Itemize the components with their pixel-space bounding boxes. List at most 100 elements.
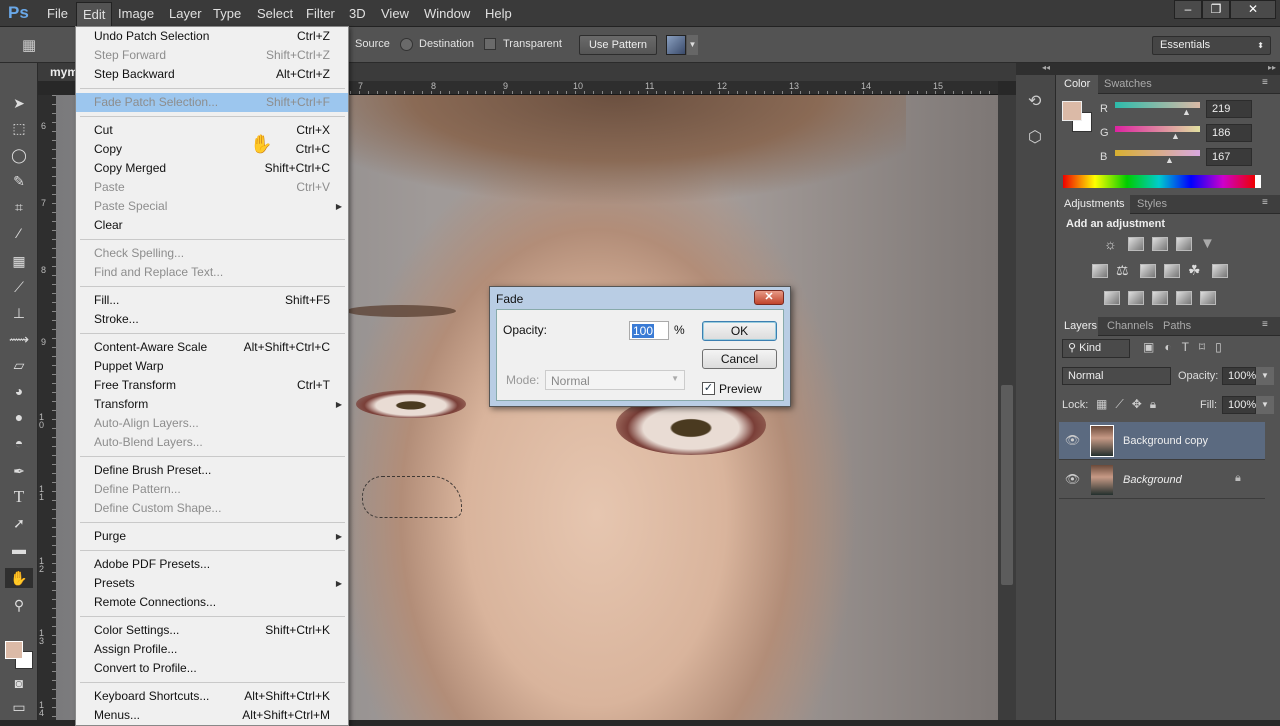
history-brush-icon[interactable]: ⟿ [9, 329, 29, 349]
menu-item-adobe-pdf-presets[interactable]: Adobe PDF Presets... [76, 555, 348, 574]
layer-row-background[interactable]: 👁︎ Background 🔒︎ [1059, 461, 1265, 499]
dodge-tool-icon[interactable]: ◓ [9, 433, 29, 453]
menu-item-define-brush-preset[interactable]: Define Brush Preset... [76, 461, 348, 480]
menu-item-define-custom-shape[interactable]: Define Custom Shape... [76, 499, 348, 518]
quick-mask-icon[interactable]: ◙ [9, 673, 29, 693]
menu-item-assign-profile[interactable]: Assign Profile... [76, 640, 348, 659]
tab-styles[interactable]: Styles [1137, 198, 1167, 210]
tab-paths[interactable]: Paths [1163, 320, 1191, 332]
lock-icons[interactable]: ▦⟋✥🔒︎ [1096, 397, 1164, 412]
tab-color[interactable]: Color [1064, 78, 1090, 90]
patch-tool-icon[interactable]: ▦ [22, 36, 36, 54]
shape-tool-icon[interactable]: ▬ [9, 539, 29, 559]
quick-select-tool-icon[interactable]: ✎ [9, 171, 29, 191]
menu-file[interactable]: File [47, 6, 68, 21]
menu-view[interactable]: View [381, 6, 409, 21]
vibrance-icon[interactable]: ▼ [1200, 235, 1215, 252]
blur-tool-icon[interactable]: ● [9, 407, 29, 427]
workspace-select[interactable]: Essentials ⬍ [1152, 36, 1271, 55]
exposure-icon[interactable] [1176, 237, 1192, 251]
document-tab[interactable]: mym [50, 65, 78, 79]
menu-item-copy-merged[interactable]: Copy Merged Shift+Ctrl+C [76, 159, 348, 178]
destination-radio[interactable] [400, 38, 413, 51]
menu-item-paste-special[interactable]: Paste Special ▶ [76, 197, 348, 216]
brush-tool-icon[interactable]: ⟋ [9, 277, 29, 297]
menu-3d[interactable]: 3D [349, 6, 366, 21]
menu-image[interactable]: Image [118, 6, 154, 21]
color-balance-icon[interactable]: ⚖ [1116, 262, 1129, 279]
mode-select[interactable]: Normal ▼ [545, 370, 685, 390]
r-value-input[interactable]: 219 [1206, 100, 1252, 118]
menu-layer[interactable]: Layer [169, 6, 202, 21]
expand-icon[interactable]: ▸▸ [1268, 63, 1276, 72]
menu-edit[interactable]: Edit [76, 2, 113, 26]
close-button[interactable]: ✕ [1230, 0, 1276, 19]
menu-item-fade-patch-selection[interactable]: Fade Patch Selection... Shift+Ctrl+F [76, 93, 348, 112]
b-slider-handle[interactable]: ▲ [1165, 155, 1174, 165]
zoom-tool-icon[interactable]: ⚲ [9, 595, 29, 615]
menu-item-convert-to-profile[interactable]: Convert to Profile... [76, 659, 348, 678]
3d-panel-icon[interactable]: ⬡ [1028, 127, 1042, 147]
scrollbar-thumb[interactable] [1001, 385, 1013, 585]
patch-selection-marquee[interactable] [362, 476, 462, 518]
menu-item-purge[interactable]: Purge ▶ [76, 527, 348, 546]
restore-button[interactable]: ❐ [1202, 0, 1230, 19]
menu-item-step-backward[interactable]: Step Backward Alt+Ctrl+Z [76, 65, 348, 84]
blend-mode-select[interactable]: Normal [1062, 367, 1171, 385]
layer-opacity-input[interactable]: 100% [1222, 367, 1256, 385]
menu-item-presets[interactable]: Presets ▶ [76, 574, 348, 593]
color-lookup-icon[interactable] [1212, 264, 1228, 278]
b-value-input[interactable]: 167 [1206, 148, 1252, 166]
cancel-button[interactable]: Cancel [702, 349, 777, 369]
b-slider[interactable] [1115, 150, 1200, 156]
panel-menu-icon[interactable]: ≡ [1262, 77, 1268, 88]
menu-item-fill[interactable]: Fill... Shift+F5 [76, 291, 348, 310]
transparent-label[interactable]: Transparent [503, 38, 562, 50]
tab-swatches[interactable]: Swatches [1104, 78, 1152, 90]
crop-tool-icon[interactable]: ⌗ [9, 197, 29, 217]
lasso-tool-icon[interactable]: ◯ [9, 145, 29, 165]
color-spectrum-bar[interactable] [1063, 175, 1261, 188]
menu-item-free-transform[interactable]: Free Transform Ctrl+T [76, 376, 348, 395]
menu-item-define-pattern[interactable]: Define Pattern... [76, 480, 348, 499]
menu-window[interactable]: Window [424, 6, 470, 21]
menu-item-auto-align-layers[interactable]: Auto-Align Layers... [76, 414, 348, 433]
screen-mode-icon[interactable]: ▭ [9, 697, 29, 717]
chevron-down-icon[interactable]: ▼ [1256, 367, 1274, 385]
preview-checkbox[interactable]: ✓ [702, 382, 715, 395]
r-slider-handle[interactable]: ▲ [1182, 107, 1191, 117]
hue-saturation-icon[interactable] [1092, 264, 1108, 278]
menu-item-content-aware-scale[interactable]: Content-Aware Scale Alt+Shift+Ctrl+C [76, 338, 348, 357]
menu-item-undo-patch-selection[interactable]: Undo Patch Selection Ctrl+Z [76, 27, 348, 46]
layer-filter-icons[interactable]: ▣◐T⌑▯ [1143, 340, 1232, 354]
brightness-icon[interactable]: ☼ [1104, 237, 1120, 251]
ok-button[interactable]: OK [702, 321, 777, 341]
black-white-icon[interactable] [1140, 264, 1156, 278]
visibility-eye-icon[interactable]: 👁︎ [1065, 472, 1080, 486]
opacity-input[interactable]: 100 [629, 321, 669, 340]
threshold-icon[interactable] [1152, 291, 1168, 305]
layer-filter-select[interactable]: ⚲ Kind [1062, 339, 1130, 358]
pen-tool-icon[interactable]: ✒ [9, 461, 29, 481]
posterize-icon[interactable] [1128, 291, 1144, 305]
menu-item-color-settings[interactable]: Color Settings... Shift+Ctrl+K [76, 621, 348, 640]
photo-filter-icon[interactable] [1164, 264, 1180, 278]
layer-name[interactable]: Background copy [1123, 435, 1208, 447]
tab-layers[interactable]: Layers [1064, 320, 1097, 332]
move-tool-icon[interactable]: ➤ [9, 93, 29, 113]
menu-item-puppet-warp[interactable]: Puppet Warp [76, 357, 348, 376]
transparent-checkbox[interactable] [484, 38, 496, 50]
panel-menu-icon[interactable]: ≡ [1262, 319, 1268, 330]
levels-icon[interactable] [1128, 237, 1144, 251]
eyedropper-tool-icon[interactable]: ⁄ [9, 223, 29, 243]
menu-item-remote-connections[interactable]: Remote Connections... [76, 593, 348, 612]
menu-item-keyboard-shortcuts[interactable]: Keyboard Shortcuts... Alt+Shift+Ctrl+K [76, 687, 348, 706]
menu-help[interactable]: Help [485, 6, 512, 21]
use-pattern-button[interactable]: Use Pattern [579, 35, 657, 55]
foreground-color-swatch[interactable] [1062, 101, 1082, 121]
menu-item-clear[interactable]: Clear [76, 216, 348, 235]
menu-select[interactable]: Select [257, 6, 293, 21]
eraser-tool-icon[interactable]: ▱ [9, 355, 29, 375]
channel-mixer-icon[interactable]: ☘ [1188, 262, 1201, 279]
tab-channels[interactable]: Channels [1107, 320, 1153, 332]
